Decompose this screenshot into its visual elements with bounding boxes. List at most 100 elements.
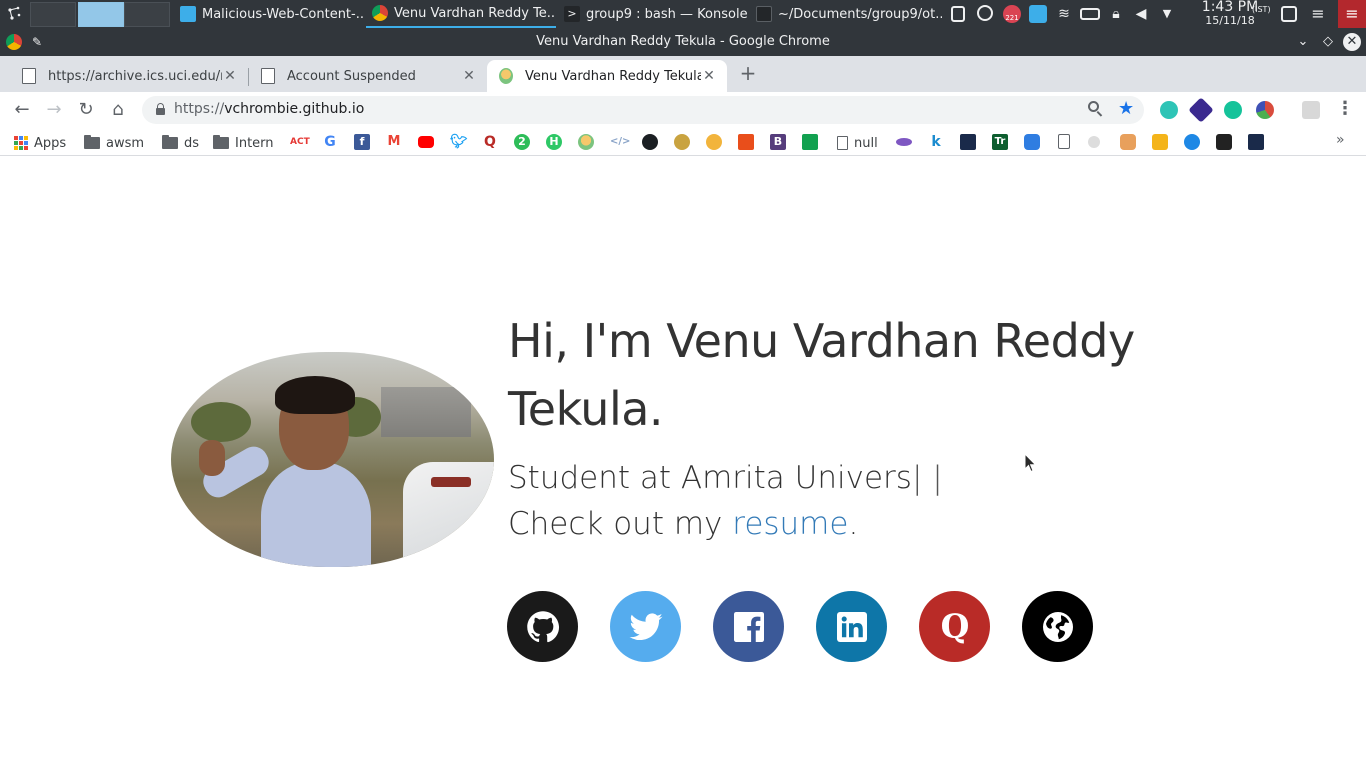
extension-color-icon[interactable]: [1256, 101, 1274, 119]
office-icon[interactable]: [738, 134, 754, 150]
session-menu-icon[interactable]: ≡: [1338, 0, 1366, 28]
close-window-icon[interactable]: ✕: [1343, 33, 1361, 51]
terminal-icon: >: [564, 6, 580, 22]
info-icon[interactable]: [1029, 5, 1047, 23]
task-konsole[interactable]: > group9 : bash — Konsole: [558, 0, 748, 28]
task-file-manager[interactable]: Malicious-Web-Content-...: [174, 0, 364, 28]
twitter-icon[interactable]: 🐦︎: [450, 134, 468, 150]
quora-button[interactable]: Q: [919, 591, 990, 662]
bookmark-null[interactable]: null: [837, 134, 878, 152]
tab-venu-vardhan[interactable]: Venu Vardhan Reddy Tekula ✕: [487, 60, 727, 92]
badge-icon[interactable]: [1152, 134, 1168, 150]
facebook-icon[interactable]: f: [354, 134, 370, 150]
volume-icon[interactable]: ◀: [1132, 5, 1150, 23]
github-icon[interactable]: [642, 134, 658, 150]
bookmark-folder-ds[interactable]: ds: [162, 134, 199, 152]
folder-icon: [213, 135, 229, 149]
site-favicon-icon: [499, 68, 513, 84]
bookmark-folder-awsm[interactable]: awsm: [84, 134, 144, 152]
url-text[interactable]: https://vchrombie.github.io: [174, 101, 364, 117]
battery-icon[interactable]: [1080, 8, 1100, 20]
back-button[interactable]: ←: [11, 99, 33, 121]
youtube-icon[interactable]: [418, 136, 434, 148]
google-icon[interactable]: G: [322, 134, 338, 150]
bootstrap-icon[interactable]: B: [770, 134, 786, 150]
close-tab-icon[interactable]: ✕: [461, 68, 477, 84]
tr-icon[interactable]: Tr: [992, 134, 1008, 150]
quora-icon[interactable]: Q: [482, 134, 498, 150]
updates-icon[interactable]: [977, 5, 993, 21]
reload-button[interactable]: ↻: [75, 99, 97, 121]
linkedin-button[interactable]: [816, 591, 887, 662]
task-editor[interactable]: ~/Documents/group9/ot...: [750, 0, 942, 28]
profile-avatar[interactable]: [1302, 101, 1320, 119]
wifi-icon[interactable]: ≋: [1055, 5, 1073, 23]
application-launcher-icon[interactable]: [4, 4, 24, 24]
task-label: ~/Documents/group9/ot...: [778, 6, 942, 22]
pin-icon[interactable]: ✎: [32, 28, 42, 56]
bookmark-label: Apps: [34, 135, 67, 151]
task-label: Malicious-Web-Content-...: [202, 6, 364, 22]
task-chrome[interactable]: Venu Vardhan Reddy Te...: [366, 0, 556, 28]
cloud-icon[interactable]: [1024, 134, 1040, 150]
typed-text: Student at Amrita Univers: [508, 460, 912, 496]
drop-icon[interactable]: [1184, 134, 1200, 150]
minimize-icon[interactable]: ⌄: [1295, 34, 1311, 50]
emoji-icon[interactable]: [706, 134, 722, 150]
clipboard-icon[interactable]: [951, 6, 965, 22]
magnify-icon[interactable]: [1088, 136, 1100, 148]
hackerearth-2-icon[interactable]: 2: [514, 134, 530, 150]
pager-desktop-3[interactable]: [124, 2, 170, 27]
taskbar: Malicious-Web-Content-... Venu Vardhan R…: [0, 0, 1366, 28]
home-button[interactable]: ⌂: [107, 99, 129, 121]
website-button[interactable]: [1022, 591, 1093, 662]
gmail-icon[interactable]: M: [386, 134, 402, 150]
page-icon[interactable]: [1058, 134, 1070, 149]
close-tab-icon[interactable]: ✕: [222, 68, 238, 84]
hackerrank-icon[interactable]: H: [546, 134, 562, 150]
act-icon[interactable]: ACT: [290, 134, 310, 150]
clock[interactable]: 1:43 PM (IST) 15/11/18: [1186, 0, 1274, 27]
twitter-button[interactable]: [610, 591, 681, 662]
portfolio-icon[interactable]: [578, 134, 594, 150]
telegram-icon[interactable]: 221: [1003, 5, 1021, 23]
bookmark-label: awsm: [106, 135, 145, 151]
bookmark-apps[interactable]: Apps: [14, 134, 66, 152]
pager-desktop-1[interactable]: [30, 2, 76, 27]
address-bar[interactable]: https://vchrombie.github.io ★: [142, 96, 1144, 124]
tab-account-suspended[interactable]: Account Suspended ✕: [239, 60, 487, 92]
lock-icon[interactable]: [156, 103, 165, 115]
tray-expand-icon[interactable]: ▼: [1158, 5, 1176, 23]
emblem-icon[interactable]: [674, 134, 690, 150]
nasa-icon[interactable]: [960, 134, 976, 150]
tab-uci-archive[interactable]: https://archive.ics.uci.edu/ml/... ✕: [0, 60, 248, 92]
maximize-icon[interactable]: ◇: [1320, 34, 1336, 50]
more-bookmarks-icon[interactable]: »: [1336, 132, 1345, 148]
grammarly-icon[interactable]: [1224, 101, 1242, 119]
profile-photo: [171, 352, 494, 567]
pager-desktop-2[interactable]: [78, 2, 124, 27]
bookmark-star-icon[interactable]: ★: [1118, 98, 1134, 120]
socket-icon[interactable]: [1216, 134, 1232, 150]
code-icon[interactable]: </>: [610, 134, 630, 150]
show-desktop-icon[interactable]: [1281, 6, 1297, 22]
thumbs-up-icon[interactable]: [1120, 134, 1136, 150]
house-icon[interactable]: [802, 134, 818, 150]
forward-button[interactable]: →: [43, 99, 65, 121]
search-icon[interactable]: [1088, 101, 1103, 117]
bookmark-folder-intern[interactable]: Intern: [213, 134, 274, 152]
extension-m-icon[interactable]: [1160, 101, 1178, 119]
resume-link[interactable]: resume: [732, 506, 848, 542]
panel-menu-icon[interactable]: ≡: [1309, 5, 1327, 23]
new-tab-button[interactable]: +: [738, 62, 758, 86]
lock-icon[interactable]: 🔒︎: [1107, 5, 1125, 23]
nasa-icon[interactable]: [1248, 134, 1264, 150]
facebook-button[interactable]: [713, 591, 784, 662]
kaggle-icon[interactable]: k: [928, 134, 944, 150]
chrome-menu-icon[interactable]: ⋮: [1336, 98, 1354, 120]
github-button[interactable]: [507, 591, 578, 662]
linkedin-icon: [836, 611, 867, 642]
tagline: Student at Amrita Univers| | Check out m…: [508, 455, 1148, 547]
planet-icon[interactable]: [896, 138, 912, 146]
close-tab-icon[interactable]: ✕: [701, 68, 717, 84]
